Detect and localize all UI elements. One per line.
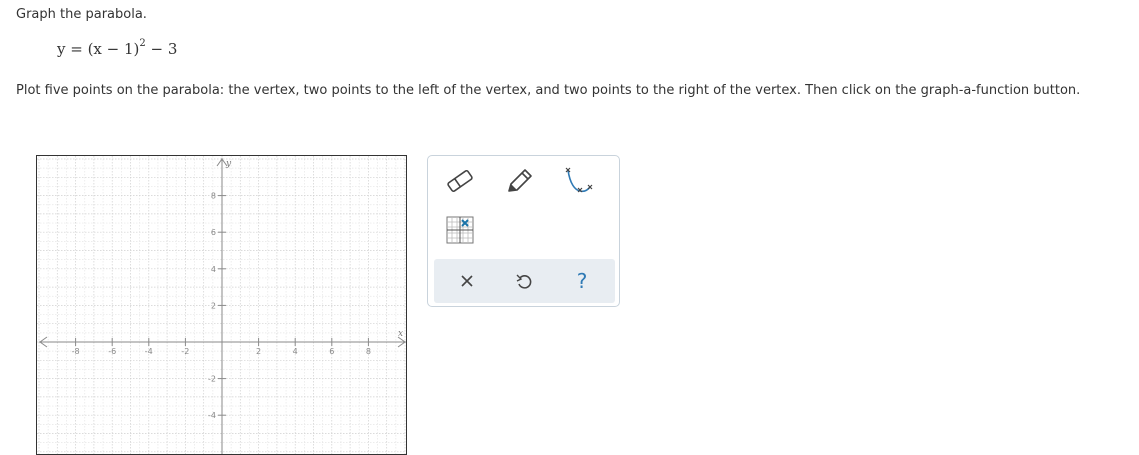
x-tick-label: -2: [181, 347, 189, 356]
instructions-text: Plot five points on the parabola: the ve…: [16, 83, 1081, 98]
y-tick-label: 4: [211, 265, 216, 274]
pencil-tool-button[interactable]: [501, 165, 537, 197]
x-tick-label: 4: [293, 347, 298, 356]
tick-labels: -8 -6 -4 -2 2 4 6 8 8 6 4 2 -2 -4: [72, 192, 371, 421]
equation-exponent: 2: [139, 38, 146, 49]
action-bar: ?: [434, 259, 615, 303]
help-icon: ?: [576, 269, 588, 293]
graph-area[interactable]: -8 -6 -4 -2 2 4 6 8 8 6 4 2 -2 -4 x y: [36, 155, 407, 455]
close-icon: [461, 275, 473, 287]
graphing-toolbar: ?: [427, 155, 620, 307]
coordinate-plane[interactable]: -8 -6 -4 -2 2 4 6 8 8 6 4 2 -2 -4 x y: [37, 156, 407, 455]
y-tick-label: 6: [211, 228, 216, 237]
y-tick-label: 8: [211, 192, 216, 201]
equation-lhs: y = (x − 1): [57, 40, 140, 58]
equation-rhs: − 3: [145, 40, 178, 58]
x-tick-label: -4: [145, 347, 153, 356]
pencil-icon: [508, 169, 532, 192]
eraser-tool-button[interactable]: [442, 165, 478, 197]
x-tick-label: 2: [256, 347, 261, 356]
y-axis-label: y: [225, 159, 232, 169]
parabola-equation: y = (x − 1)2 − 3: [57, 38, 178, 58]
x-tick-label: -6: [108, 347, 116, 356]
y-tick-label: -2: [208, 375, 216, 384]
eraser-icon: [447, 170, 473, 192]
question-title: Graph the parabola.: [16, 7, 147, 22]
y-tick-label: -4: [208, 411, 216, 420]
x-tick-label: -8: [72, 347, 80, 356]
x-tick-label: 6: [329, 347, 334, 356]
point-tool-button[interactable]: [442, 214, 478, 246]
graph-function-icon: [565, 167, 593, 193]
x-axis-label: x: [398, 329, 403, 339]
clear-button[interactable]: [449, 265, 485, 297]
y-tick-label: 2: [211, 301, 216, 310]
undo-icon: [516, 274, 532, 289]
x-tick-label: 8: [366, 347, 371, 356]
point-grid-icon: [446, 216, 474, 244]
help-button[interactable]: ?: [564, 265, 600, 297]
undo-button[interactable]: [506, 265, 542, 297]
graph-a-function-button[interactable]: [560, 165, 596, 197]
